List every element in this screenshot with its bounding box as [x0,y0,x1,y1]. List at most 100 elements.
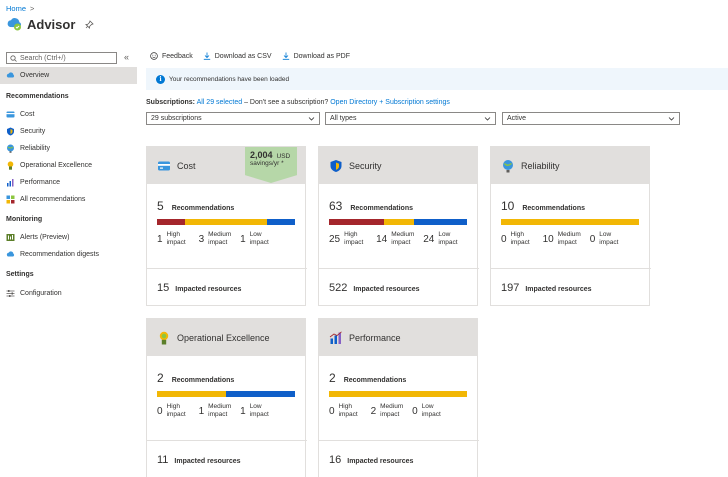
breadcrumb-separator: > [30,4,35,13]
status-dropdown-value: Active [507,115,527,122]
impact-bar [501,219,639,225]
download-csv-label: Download as CSV [214,52,272,60]
download-pdf-button[interactable]: Download as PDF [282,52,350,60]
card-cost[interactable]: Cost 2,004 USD savings/yr * 5 Recommendat… [146,146,307,306]
download-csv-button[interactable]: Download as CSV [203,52,272,60]
chevron-down-icon [484,117,491,121]
shield-icon [7,127,14,136]
feedback-button[interactable]: Feedback [150,52,193,60]
pin-icon[interactable] [85,19,95,29]
impact-label: High impact [344,231,364,246]
impact-low: 24 Low impact [423,231,462,247]
savings-badge: 2,004 USD savings/yr * [245,147,297,183]
section-recommendations: Recommendations [6,93,69,100]
search-input[interactable]: Search (Ctrl+/) [6,52,117,64]
impact-number: 0 [501,233,507,245]
impact-label: High impact [338,403,358,418]
sidebar-item-overview[interactable]: Overview [0,67,137,84]
resources-number: 197 [501,282,520,294]
sidebar-item-configuration[interactable]: Configuration [0,285,137,302]
card-title: Performance [349,332,401,343]
impact-low: 1 Low impact [240,231,274,247]
sidebar-item-security[interactable]: Security [0,123,137,140]
impact-number: 24 [423,233,435,245]
count-number: 5 [157,199,164,213]
savings-period: savings/yr * [250,160,284,167]
types-dropdown[interactable]: All types [325,112,496,125]
section-monitoring: Monitoring [6,216,43,223]
sidebar-item-label: Operational Excellence [20,162,92,169]
subscriptions-selected-link[interactable]: All 29 selected [197,99,243,106]
sidebar-item-performance[interactable]: Performance [0,174,137,191]
card-operational-excellence[interactable]: Operational Excellence 2 Recommendations… [146,318,307,477]
impact-high: 0 High impact [329,403,363,419]
card-header: Cost 2,004 USD savings/yr * [147,147,305,184]
resources-label: Impacted resources [175,286,242,293]
count-label: Recommendations [171,377,235,384]
count-label: Recommendations [350,205,413,212]
impact-label: Medium impact [380,403,404,418]
smiley-icon [150,52,158,60]
impact-number: 1 [240,405,246,417]
impact-label: Low impact [599,231,619,246]
card-performance[interactable]: Performance 2 Recommendations 0 High impa… [318,318,479,477]
impacted-resources: 15 Impacted resources [157,282,241,294]
card-security[interactable]: Security 63 Recommendations 25 High impac… [318,146,479,306]
impact-bar [329,219,467,225]
breadcrumb: Home > [6,4,34,13]
subscriptions-label: Subscriptions: [146,99,196,106]
recommendation-count: 10 Recommendations [501,199,585,213]
resources-number: 522 [329,282,348,294]
sidebar-item-cost[interactable]: Cost [0,106,137,123]
medal-icon [159,331,169,344]
sidebar-item-alerts[interactable]: Alerts (Preview) [0,229,137,246]
resources-number: 15 [157,282,170,294]
subscriptions-line: Subscriptions: All 29 selected – Don't s… [146,99,450,106]
performance-chart-icon [7,179,14,187]
impact-label: Medium impact [557,231,581,246]
impact-medium: 3 Medium impact [199,231,233,247]
impact-number: 14 [376,233,388,245]
resources-number: 11 [157,454,169,466]
impact-number: 0 [329,405,335,417]
sidebar-item-recommendation-digests[interactable]: Recommendation digests [0,246,137,263]
impact-bar [329,391,467,397]
bar-medium [329,391,467,397]
breadcrumb-home[interactable]: Home [6,4,26,13]
status-dropdown[interactable]: Active [502,112,680,125]
bar-medium [383,219,415,225]
bar-high [157,219,185,225]
card-header: Reliability [491,147,649,184]
sidebar-item-label: Cost [20,111,35,118]
sidebar-item-label: Security [20,128,46,135]
sidebar-item-all-recommendations[interactable]: All recommendations [0,191,137,208]
sidebar-item-reliability[interactable]: Reliability [0,140,137,157]
sliders-icon [6,290,15,297]
recommendation-count: 2 Recommendations [157,371,234,385]
impact-medium: 2 Medium impact [371,403,405,419]
impacted-resources: 11 Impacted resources [157,454,241,466]
overview-icon [6,72,15,78]
card-header: Operational Excellence [147,319,305,356]
impact-low: 0 Low impact [412,403,446,419]
sidebar-item-operational-excellence[interactable]: Operational Excellence [0,157,137,174]
count-number: 10 [501,199,515,213]
impact-number: 10 [542,233,554,245]
impact-number: 1 [198,405,205,417]
card-title: Reliability [521,160,560,171]
directory-settings-link[interactable]: Open Directory + Subscription settings [330,99,450,106]
subscriptions-dropdown[interactable]: 29 subscriptions [146,112,320,125]
types-dropdown-value: All types [330,115,357,122]
count-label: Recommendations [522,205,585,212]
impact-bar [157,219,295,225]
bar-low [226,391,295,397]
resources-label: Impacted resources [174,458,241,465]
resources-label: Impacted resources [353,286,420,293]
savings-currency: USD [276,153,291,160]
sidebar-item-label: All recommendations [20,196,86,203]
subscriptions-dropdown-value: 29 subscriptions [151,115,202,122]
collapse-sidebar-button[interactable]: « [124,52,129,62]
grid-icon [6,195,15,204]
impact-number: 0 [157,405,163,417]
card-reliability[interactable]: Reliability 10 Recommendations 0 High imp… [490,146,651,306]
